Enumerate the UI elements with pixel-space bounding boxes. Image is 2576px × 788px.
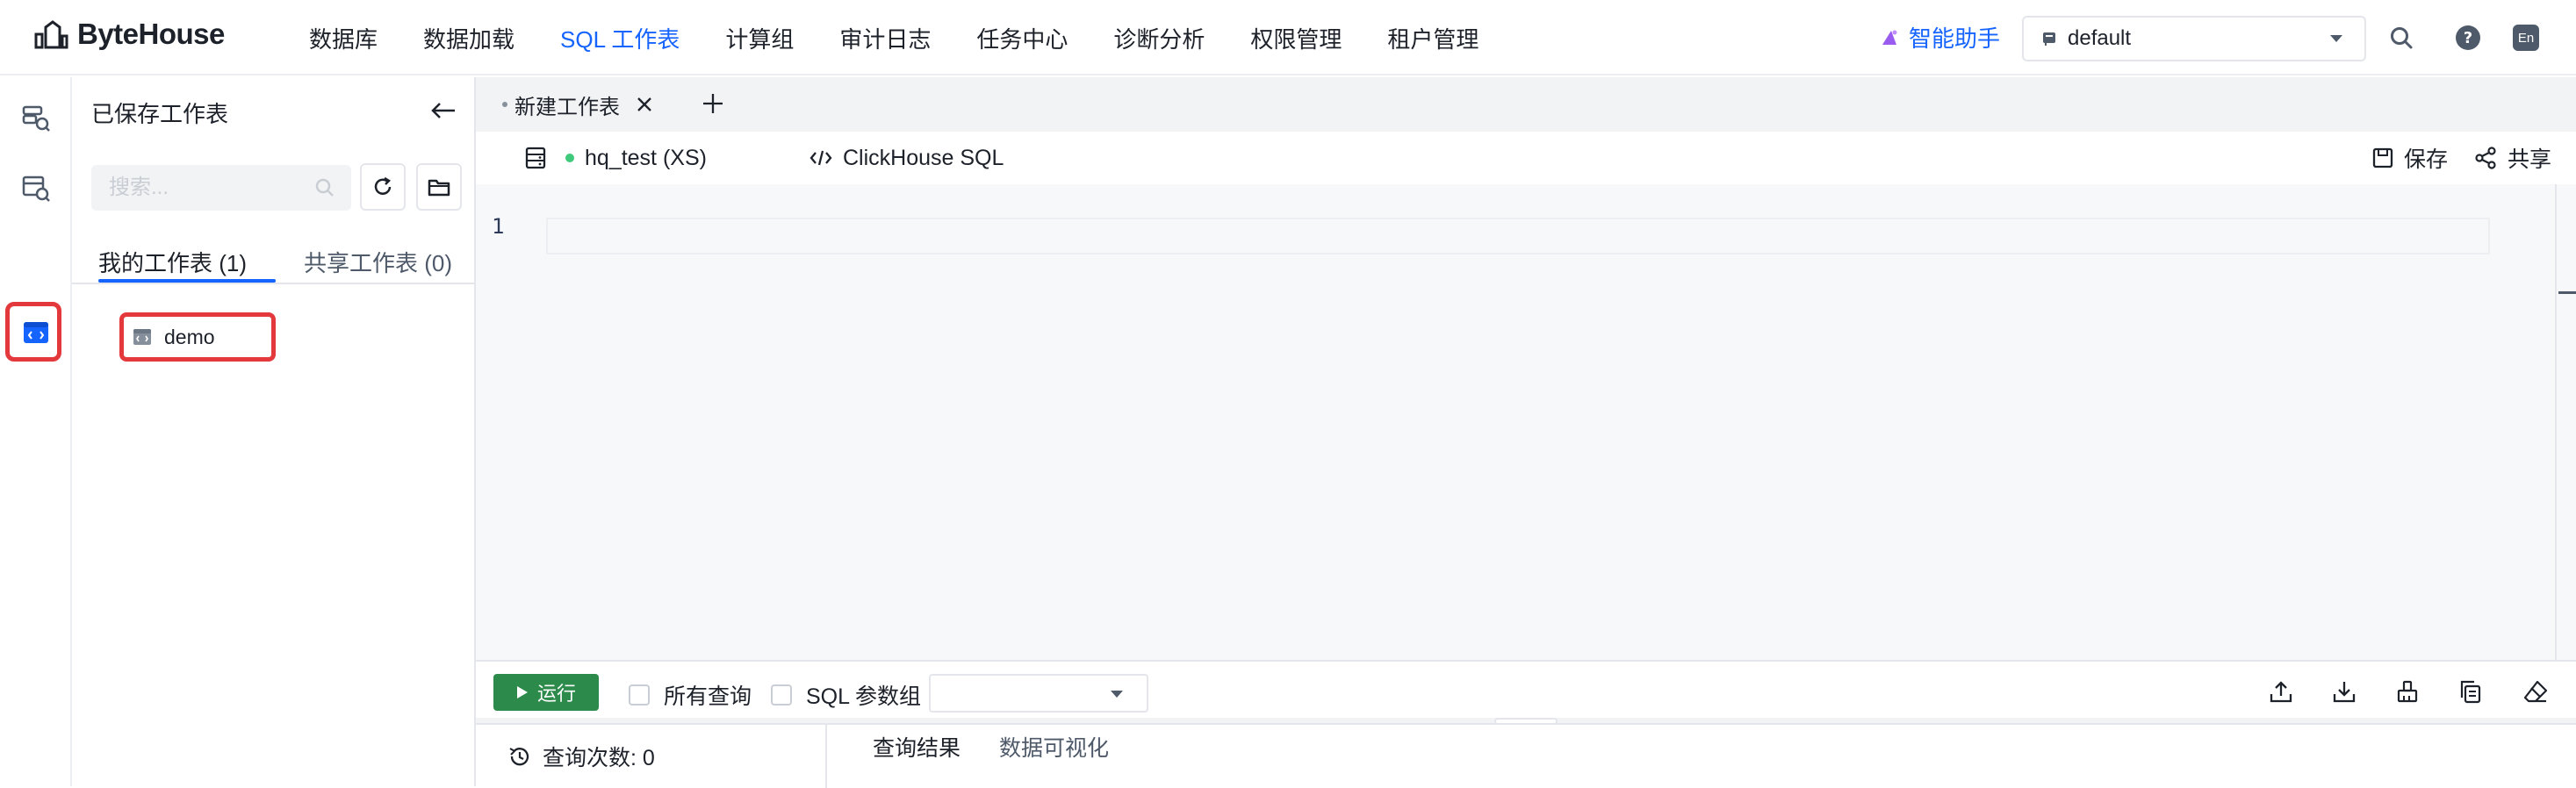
tab-my-worksheets[interactable]: 我的工作表 (1) (98, 246, 247, 278)
unsaved-dot (502, 102, 507, 107)
run-button[interactable]: 运行 (493, 674, 599, 711)
bytehouse-logo-icon (33, 18, 68, 50)
worksheet-file-icon (133, 327, 152, 347)
nav-item-sql-worksheet[interactable]: SQL 工作表 (560, 22, 680, 54)
new-folder-button[interactable] (416, 163, 462, 211)
cluster-selector[interactable]: hq_test (XS) (525, 132, 707, 184)
nav-item-diagnostics[interactable]: 诊断分析 (1113, 22, 1205, 54)
copy-icon[interactable] (2457, 677, 2485, 706)
worksheet-file-name: demo (164, 325, 215, 348)
editor-scrollbar[interactable] (2555, 184, 2576, 660)
param-group-label: SQL 参数组 (806, 684, 922, 709)
active-tab-indicator (98, 279, 276, 283)
share-button[interactable]: 共享 (2474, 132, 2551, 184)
code-icon (809, 149, 832, 167)
help-icon[interactable]: ? (2453, 23, 2483, 53)
nav-item-audit-log[interactable]: 审计日志 (839, 22, 931, 54)
worksheet-tab-bar: 新建工作表 (476, 77, 2576, 132)
dialect-name: ClickHouse SQL (843, 145, 1004, 170)
refresh-button[interactable] (360, 163, 406, 211)
saved-worksheets-panel: 已保存工作表 我的工作表 (72, 77, 476, 786)
scrollbar-marker (2558, 291, 2576, 294)
folder-icon (428, 176, 450, 197)
query-history[interactable]: 查询次数: 0 (476, 725, 827, 788)
results-panel: 查询次数: 0 查询结果 数据可视化 (476, 723, 2576, 788)
share-icon (2474, 147, 2497, 169)
rail-database-search-button[interactable] (18, 100, 54, 137)
clear-icon[interactable] (2522, 677, 2550, 706)
rail-highlight-box (5, 302, 61, 362)
icon-rail (0, 77, 72, 786)
all-queries-label: 所有查询 (664, 684, 752, 709)
database-select[interactable]: default (2022, 16, 2366, 61)
language-switch[interactable]: En (2511, 23, 2541, 53)
rail-table-search-button[interactable] (18, 170, 54, 207)
editor-toolbar: hq_test (XS) ClickHouse SQL 保存 共享 (476, 132, 2576, 184)
panel-resize-handle[interactable] (1494, 718, 1558, 725)
database-search-icon (21, 104, 51, 133)
worksheet-search (91, 165, 351, 211)
add-tab-icon[interactable] (701, 91, 725, 116)
app-name: ByteHouse (77, 18, 225, 50)
worksheet-tab[interactable]: 新建工作表 (476, 77, 680, 132)
all-queries-checkbox[interactable]: 所有查询 (629, 679, 752, 711)
save-label: 保存 (2404, 147, 2449, 172)
nav-item-task-center[interactable]: 任务中心 (976, 22, 1068, 54)
current-line-highlight (546, 218, 2490, 254)
editor-area: 新建工作表 hq_test (XS) ClickHouse SQL 保存 共享 … (476, 77, 2576, 788)
search-icon[interactable] (2386, 23, 2416, 53)
sql-editor[interactable]: 1 (476, 184, 2555, 660)
worksheet-tabs: 我的工作表 (1) 共享工作表 (0) (72, 232, 474, 284)
main-nav: 数据库 数据加载 SQL 工作表 计算组 审计日志 任务中心 诊断分析 权限管理… (309, 0, 1524, 75)
line-number: 1 (492, 214, 505, 239)
svg-text:?: ? (2464, 29, 2472, 47)
cluster-status-dot (565, 154, 574, 162)
sparkle-icon (1879, 27, 1900, 48)
save-button[interactable]: 保存 (2372, 132, 2448, 184)
share-label: 共享 (2508, 147, 2552, 172)
ai-assistant-button[interactable]: 智能助手 (1879, 21, 2000, 54)
panel-title: 已保存工作表 (91, 101, 229, 127)
save-icon (2372, 147, 2393, 168)
worksheet-tab-label: 新建工作表 (514, 95, 620, 119)
dialect-selector[interactable]: ClickHouse SQL (809, 132, 1004, 184)
collapse-arrow-icon[interactable] (430, 100, 457, 121)
table-search-icon (21, 174, 51, 204)
checkbox-box (629, 684, 650, 706)
history-icon (507, 744, 532, 769)
worksheet-search-input[interactable] (109, 176, 302, 200)
nav-item-database[interactable]: 数据库 (309, 22, 378, 54)
upload-icon[interactable] (2267, 677, 2295, 706)
nav-item-permissions[interactable]: 权限管理 (1250, 22, 1342, 54)
param-group-checkbox[interactable]: SQL 参数组 (771, 679, 921, 711)
checkbox-box (771, 684, 792, 706)
nav-item-compute-group[interactable]: 计算组 (725, 22, 794, 54)
play-icon (516, 685, 529, 699)
query-count-label: 查询次数: 0 (543, 746, 655, 770)
caret-down-icon (2329, 33, 2343, 44)
caret-down-icon (1110, 689, 1124, 699)
close-icon[interactable] (636, 96, 653, 113)
ai-assistant-label: 智能助手 (1909, 25, 2001, 52)
nav-item-tenant-management[interactable]: 租户管理 (1387, 22, 1479, 54)
run-bar: 运行 所有查询 SQL 参数组 (476, 660, 2576, 718)
database-select-value: default (2068, 26, 2132, 50)
language-label: En (2513, 25, 2539, 51)
param-group-select[interactable] (929, 674, 1148, 713)
nav-item-data-loading[interactable]: 数据加载 (423, 22, 514, 54)
tab-data-visualization[interactable]: 数据可视化 (999, 725, 1109, 769)
format-icon[interactable] (2393, 677, 2421, 706)
top-navigation-bar: ByteHouse 数据库 数据加载 SQL 工作表 计算组 审计日志 任务中心… (0, 0, 2576, 75)
tab-shared-worksheets[interactable]: 共享工作表 (0) (304, 246, 452, 278)
server-icon (525, 147, 546, 169)
tab-query-results[interactable]: 查询结果 (873, 725, 961, 769)
cluster-name: hq_test (XS) (585, 145, 707, 170)
logo[interactable]: ByteHouse (33, 18, 225, 51)
search-icon (314, 177, 335, 198)
refresh-icon (371, 176, 394, 198)
worksheet-file-item[interactable]: demo (119, 312, 276, 362)
database-icon (2041, 31, 2057, 47)
run-label: 运行 (536, 683, 576, 705)
download-icon[interactable] (2330, 677, 2358, 706)
